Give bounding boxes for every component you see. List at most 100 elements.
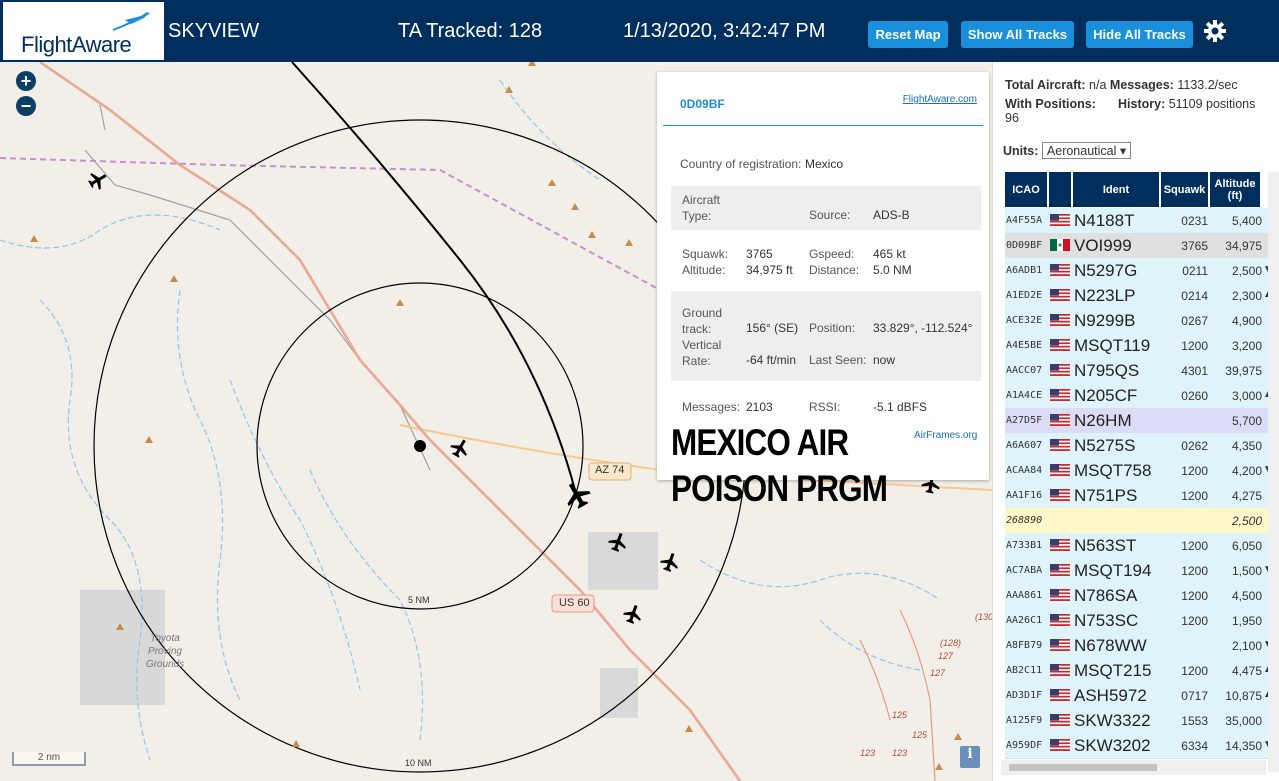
messages-label: Messages: bbox=[682, 400, 741, 414]
cell-squawk: 0260 bbox=[1181, 389, 1208, 403]
table-row[interactable]: 268890 2,500 bbox=[1005, 508, 1268, 534]
cell-squawk: 6334 bbox=[1181, 739, 1208, 753]
table-row[interactable]: AACC07 N795QS 4301 39,975 bbox=[1005, 358, 1268, 384]
table-row[interactable]: A1A4CEN205CF02603,000▲ bbox=[1005, 383, 1273, 409]
logo-text: FlightAware bbox=[21, 32, 132, 57]
squawk-label: Squawk: bbox=[682, 247, 729, 261]
table-row[interactable]: A733B1 N563ST 1200 6,050 bbox=[1005, 533, 1268, 559]
us-flag-icon bbox=[1050, 439, 1070, 451]
cell-squawk: 1200 bbox=[1181, 614, 1208, 628]
table-row[interactable]: A125F9 SKW3322 1553 35,000 bbox=[1005, 708, 1268, 734]
map-view[interactable]: AZ 74 US 60 5 NM 10 NM Toyota Proving Gr… bbox=[0, 62, 992, 781]
vertical-rate-value: -64 ft/min bbox=[746, 353, 797, 367]
messages-value: 2103 bbox=[746, 400, 773, 414]
with-positions-value: 96 bbox=[1005, 111, 1019, 125]
table-row[interactable]: AD3D1FASH5972071710,875▲ bbox=[1005, 683, 1273, 709]
us-flag-icon bbox=[1050, 314, 1070, 326]
hide-all-tracks-button[interactable]: Hide All Tracks bbox=[1086, 21, 1193, 48]
source-value: ADS-B bbox=[873, 208, 910, 222]
us-flag-icon bbox=[1050, 739, 1070, 751]
tracked-count: TA Tracked: 128 bbox=[398, 20, 543, 42]
map-info-button[interactable]: i bbox=[960, 746, 980, 768]
table-row[interactable]: AC7ABAMSQT19412001,500▼ bbox=[1005, 558, 1273, 584]
col-ident[interactable]: Ident bbox=[1073, 172, 1159, 207]
messages-rate-value: 1133.2/sec bbox=[1177, 78, 1238, 92]
overlay-caption-line2: POISON PRGM bbox=[671, 468, 888, 509]
us-flag-icon bbox=[1050, 614, 1070, 626]
table-row[interactable]: 0D09BF VOI999 3765 34,975 bbox=[1005, 233, 1268, 259]
cell-altitude: 4,475 bbox=[1231, 664, 1262, 678]
table-row[interactable]: A6A607 N5275S 0262 4,350 bbox=[1005, 433, 1268, 459]
vertical-scrollbar[interactable] bbox=[1268, 172, 1279, 772]
zoom-in-button[interactable]: + bbox=[16, 71, 36, 91]
cell-icao: A959DF bbox=[1006, 740, 1043, 751]
table-row[interactable]: A959DFSKW3202633414,350▼ bbox=[1005, 733, 1273, 759]
col-icao[interactable]: ICAO bbox=[1005, 172, 1047, 207]
cell-ident: N5275S bbox=[1074, 436, 1136, 455]
flightaware-link[interactable]: FlightAware.com bbox=[903, 94, 977, 105]
table-row[interactable]: A27D5F N26HM 5,700 bbox=[1005, 408, 1268, 434]
table-row[interactable]: AAA861 N786SA 1200 4,500 bbox=[1005, 583, 1268, 609]
cell-altitude: 5,700 bbox=[1231, 414, 1262, 428]
table-row[interactable]: A6ADB1N5297G02112,500▼ bbox=[1005, 258, 1273, 284]
us-flag-icon bbox=[1050, 339, 1070, 351]
source-label: Source: bbox=[809, 208, 851, 222]
cell-altitude: 1,950 bbox=[1231, 614, 1262, 628]
us-flag-icon bbox=[1050, 389, 1070, 401]
show-all-tracks-button[interactable]: Show All Tracks bbox=[961, 21, 1074, 48]
cell-altitude: 4,900 bbox=[1231, 314, 1262, 328]
cell-icao: A27D5F bbox=[1006, 415, 1043, 426]
us-flag-icon bbox=[1050, 564, 1070, 576]
table-row[interactable]: AB2C11MSQT21512004,475▲ bbox=[1005, 658, 1273, 684]
table-row[interactable]: AA26C1 N753SC 1200 1,950 bbox=[1005, 608, 1268, 634]
flight-track bbox=[291, 62, 576, 491]
table-row[interactable]: AA1F16 N751PS 1200 4,275 bbox=[1005, 483, 1268, 509]
table-row[interactable]: A1ED2EN223LP02142,300▲ bbox=[1005, 283, 1273, 309]
cell-icao: AACC07 bbox=[1006, 365, 1043, 376]
cell-icao: 268890 bbox=[1006, 515, 1043, 526]
units-label: Units: bbox=[1003, 144, 1039, 158]
place-label-proving-grounds: Toyota Proving Grounds bbox=[145, 633, 185, 670]
table-row[interactable]: A4E5BE MSQT119 1200 3,200 bbox=[1005, 333, 1268, 359]
reset-map-button[interactable]: Reset Map bbox=[868, 21, 948, 48]
grey-block bbox=[588, 532, 658, 590]
table-row[interactable]: ACE32E N9299B 0267 4,900 bbox=[1005, 308, 1268, 334]
airframes-link[interactable]: AirFrames.org bbox=[914, 430, 977, 441]
table-row[interactable]: A8FB79N678WW2,100▼ bbox=[1005, 633, 1273, 659]
cell-icao: AD3D1F bbox=[1006, 690, 1043, 701]
cell-icao: AAA861 bbox=[1006, 590, 1043, 601]
cell-squawk: 0231 bbox=[1181, 214, 1208, 228]
cell-ident: N795QS bbox=[1074, 361, 1140, 380]
cell-altitude: 2,100 bbox=[1231, 639, 1262, 653]
flightaware-logo[interactable]: FlightAware bbox=[3, 2, 164, 60]
cell-squawk: 1200 bbox=[1181, 464, 1208, 478]
road-label-us60: US 60 bbox=[559, 597, 590, 609]
gear-icon[interactable] bbox=[1203, 19, 1227, 43]
ground-track-label: Ground track: bbox=[682, 306, 723, 336]
col-squawk[interactable]: Squawk bbox=[1161, 172, 1208, 207]
us-flag-icon bbox=[1050, 714, 1070, 726]
cell-altitude: 2,500 bbox=[1231, 514, 1262, 528]
scrollbar-thumb[interactable] bbox=[1009, 764, 1157, 771]
cell-altitude: 35,000 bbox=[1225, 714, 1262, 728]
col-flag[interactable] bbox=[1049, 172, 1071, 207]
road-number: 127 bbox=[930, 668, 946, 678]
us-flag-icon bbox=[1050, 689, 1070, 701]
units-select[interactable]: Aeronautical ▾ bbox=[1041, 142, 1132, 159]
table-row[interactable]: A4F55A N4188T 0231 5,400 bbox=[1005, 208, 1268, 234]
cell-squawk: 1200 bbox=[1181, 489, 1208, 503]
cell-altitude: 39,975 bbox=[1225, 364, 1262, 378]
cell-altitude: 6,050 bbox=[1231, 539, 1262, 553]
cell-squawk: 1553 bbox=[1181, 714, 1208, 728]
cell-ident: N753SC bbox=[1074, 611, 1139, 630]
zoom-out-button[interactable]: − bbox=[16, 96, 36, 116]
cell-icao: AB2C11 bbox=[1006, 665, 1043, 676]
us-flag-icon bbox=[1050, 364, 1070, 376]
cell-altitude: 1,500 bbox=[1231, 564, 1262, 578]
col-altitude[interactable]: Altitude (ft) bbox=[1210, 172, 1260, 207]
popup-divider bbox=[663, 125, 983, 126]
horizontal-scrollbar[interactable] bbox=[1001, 760, 1266, 775]
table-row[interactable]: ACAA84MSQT75812004,200▼ bbox=[1005, 458, 1273, 484]
cell-ident: SKW3202 bbox=[1074, 736, 1151, 755]
with-positions-label: With Positions: bbox=[1005, 97, 1096, 111]
